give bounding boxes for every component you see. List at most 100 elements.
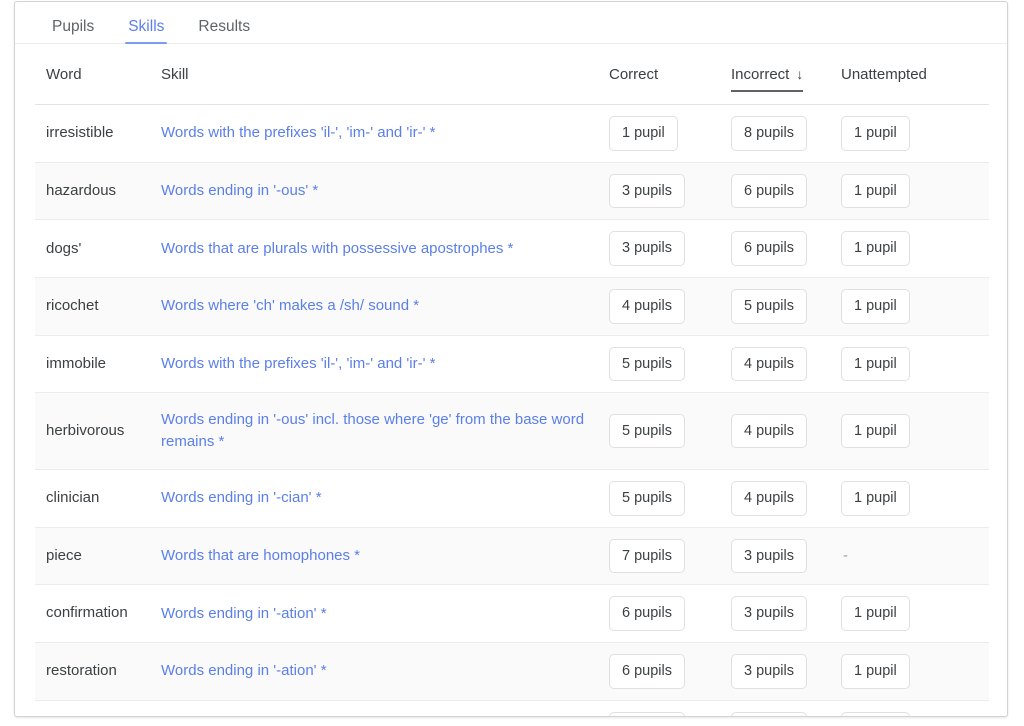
cell-incorrect: 8 pupils xyxy=(731,105,841,163)
incorrect-count-badge[interactable]: 4 pupils xyxy=(731,346,807,382)
column-header-unattempted-inner: Unattempted xyxy=(841,66,927,92)
correct-count-badge[interactable]: 6 pupils xyxy=(609,653,685,689)
cell-word: clinician xyxy=(46,489,100,507)
correct-count-badge[interactable]: 5 pupils xyxy=(609,346,685,382)
table-row: piece Words that are homophones * 7 pupils… xyxy=(35,527,989,585)
column-header-skill-inner: Skill xyxy=(161,66,189,92)
column-header-unattempted[interactable]: Unattempted xyxy=(841,44,989,105)
cell-skill: Words ending in '-ous' incl. those where… xyxy=(159,393,609,470)
unattempted-count-badge[interactable]: 1 pupil xyxy=(841,596,910,631)
cell-skill: Words that are homophones * xyxy=(159,527,609,585)
cell-skill: Words ending in '-ation' * xyxy=(159,585,609,643)
unattempted-count-badge[interactable]: 1 pupil xyxy=(841,231,910,267)
unattempted-count-badge[interactable]: 1 pupil xyxy=(841,346,910,382)
cell-correct: 6 pupils xyxy=(609,700,731,716)
incorrect-count-badge[interactable]: 8 pupils xyxy=(731,116,807,151)
cell-word: confirmation xyxy=(46,604,128,622)
skill-link[interactable]: Words that are plurals with possessive a… xyxy=(161,240,513,257)
column-header-word-inner: Word xyxy=(46,66,82,92)
unattempted-count-badge[interactable]: 1 pupil xyxy=(841,413,910,449)
cell-word: herbivorous xyxy=(46,421,125,439)
tab-pupils[interactable]: Pupils xyxy=(35,18,111,45)
unattempted-count-badge[interactable]: 1 pupil xyxy=(841,711,910,716)
cell-incorrect: 6 pupils xyxy=(731,162,841,220)
cell-unattempted: 1 pupil xyxy=(841,105,989,163)
table-row: irresistible Words with the prefixes 'il-… xyxy=(35,104,989,163)
cell-incorrect: 4 pupils xyxy=(731,335,841,393)
incorrect-count-badge[interactable]: 6 pupils xyxy=(731,173,807,209)
incorrect-count-badge[interactable]: 5 pupils xyxy=(731,289,807,324)
cell-unattempted: 1 pupil xyxy=(841,220,989,278)
incorrect-count-badge[interactable]: 4 pupils xyxy=(731,413,807,449)
cell-unattempted: - xyxy=(841,527,989,585)
table-row: hazardous Words ending in '-ous' * 3 pupil… xyxy=(35,162,989,220)
skill-link[interactable]: Words ending in '-ation' * xyxy=(161,662,327,679)
column-header-correct-label: Correct xyxy=(609,66,659,83)
table-body: irresistible Words with the prefixes 'il-… xyxy=(35,104,989,716)
skill-link[interactable]: Words with the prefixes 'il-', 'im-' and… xyxy=(161,355,435,372)
cell-word: irresistible xyxy=(46,124,114,142)
cell-incorrect: 3 pupils xyxy=(731,642,841,700)
correct-count-badge[interactable]: 6 pupils xyxy=(609,711,685,716)
skill-link[interactable]: Words ending in '-ous' incl. those where… xyxy=(161,411,584,450)
skill-link[interactable]: Words where 'ch' makes a /sh/ sound * xyxy=(161,297,419,314)
cell-skill: Words with the prefixes 'il-', 'im-' and… xyxy=(159,105,609,163)
incorrect-count-badge[interactable]: 6 pupils xyxy=(731,231,807,267)
correct-count-badge[interactable]: 3 pupils xyxy=(609,231,685,267)
correct-count-badge[interactable]: 4 pupils xyxy=(609,289,685,324)
column-header-incorrect-label: Incorrect xyxy=(731,66,790,83)
tab-skills[interactable]: Skills xyxy=(111,18,181,45)
column-header-word-label: Word xyxy=(46,66,82,83)
correct-count-badge[interactable]: 5 pupils xyxy=(609,480,685,516)
incorrect-count-badge[interactable]: 3 pupils xyxy=(731,711,807,716)
unattempted-count-badge[interactable]: 1 pupil xyxy=(841,116,910,151)
correct-count-badge[interactable]: 3 pupils xyxy=(609,173,685,209)
cell-incorrect: 6 pupils xyxy=(731,220,841,278)
table-row: clinician Words ending in '-cian' * 5 pupi… xyxy=(35,469,989,527)
column-header-unattempted-label: Unattempted xyxy=(841,66,927,83)
unattempted-count-badge[interactable]: 1 pupil xyxy=(841,289,910,324)
incorrect-count-badge[interactable]: 3 pupils xyxy=(731,653,807,689)
cell-skill: Words with the prefixes 'il-', 'im-' and… xyxy=(159,335,609,393)
table-row: herbivorous Words ending in '-ous' incl. … xyxy=(35,392,989,470)
skill-link[interactable]: Words with the prefixes 'il-', 'im-' and… xyxy=(161,124,435,141)
incorrect-count-badge[interactable]: 3 pupils xyxy=(731,538,807,574)
cell-incorrect: 5 pupils xyxy=(731,278,841,336)
cell-correct: 3 pupils xyxy=(609,162,731,220)
cell-skill: Words ending '-lly' * xyxy=(159,700,609,716)
incorrect-count-badge[interactable]: 4 pupils xyxy=(731,480,807,516)
skill-link[interactable]: Words that are homophones * xyxy=(161,547,360,564)
table-row: powerfullyWords ending '-lly' *6 pupils 3… xyxy=(35,700,989,716)
unattempted-count-badge[interactable]: 1 pupil xyxy=(841,480,910,516)
column-header-skill[interactable]: Skill xyxy=(159,44,609,105)
correct-count-badge[interactable]: 5 pupils xyxy=(609,413,685,449)
correct-count-badge[interactable]: 7 pupils xyxy=(609,538,685,574)
column-header-word[interactable]: Word xyxy=(35,44,159,105)
table-header-row: Word Skill Correct Incorrect ↓ Unattempted xyxy=(35,44,989,105)
column-header-correct-inner: Correct xyxy=(609,66,658,92)
skills-table-container: Word Skill Correct Incorrect ↓ Unattempted ir… xyxy=(15,44,1007,716)
cell-word: hazardous xyxy=(46,181,117,199)
column-header-incorrect-inner: Incorrect ↓ xyxy=(731,66,804,92)
unattempted-count-badge[interactable]: 1 pupil xyxy=(841,173,910,209)
table-row: restoration Words ending in '-ation' * 6 p… xyxy=(35,642,989,701)
skill-link[interactable]: Words ending in '-ation' * xyxy=(161,605,327,622)
cell-correct: 4 pupils xyxy=(609,278,731,336)
incorrect-count-badge[interactable]: 3 pupils xyxy=(731,596,807,631)
tab-results[interactable]: Results xyxy=(181,18,267,45)
column-header-incorrect[interactable]: Incorrect ↓ xyxy=(731,44,841,105)
column-header-correct[interactable]: Correct xyxy=(609,44,731,105)
unattempted-count-badge[interactable]: 1 pupil xyxy=(841,653,910,689)
table-row: confirmation Words ending in '-ation' * 6 … xyxy=(35,584,989,643)
table-header: Word Skill Correct Incorrect ↓ Unattempted xyxy=(35,44,989,105)
tab-list: Pupils Skills Results xyxy=(35,2,1007,44)
cell-skill: Words ending in '-ous' * xyxy=(159,162,609,220)
skill-link[interactable]: Words ending in '-ous' * xyxy=(161,182,318,199)
skill-link[interactable]: Words ending in '-cian' * xyxy=(161,489,322,506)
cell-unattempted: 1 pupil xyxy=(841,393,989,470)
cell-word: immobile xyxy=(46,354,107,372)
correct-count-badge[interactable]: 6 pupils xyxy=(609,596,685,631)
cell-word: restoration xyxy=(46,662,117,680)
sort-descending-icon: ↓ xyxy=(796,66,804,82)
correct-count-badge[interactable]: 1 pupil xyxy=(609,116,678,151)
